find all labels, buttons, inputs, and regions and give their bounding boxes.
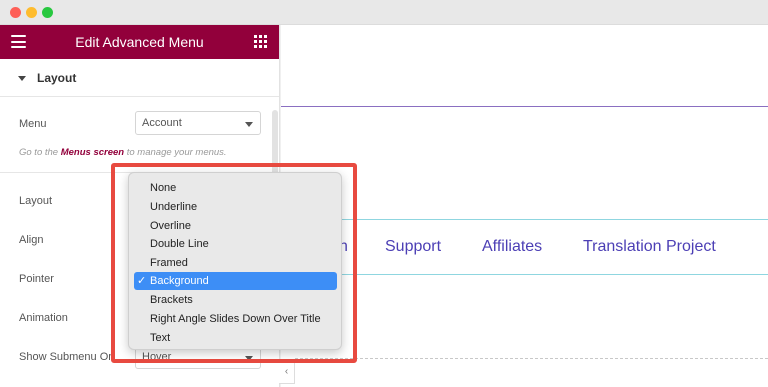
- menu-label: Menu: [19, 118, 47, 130]
- option-background[interactable]: ✓ Background: [134, 272, 337, 290]
- option-overline[interactable]: Overline: [134, 217, 337, 235]
- hint-prefix: Go to the: [19, 147, 61, 158]
- layout-label: Layout: [19, 195, 53, 207]
- hint-suffix: to manage your menus.: [124, 147, 227, 158]
- option-label: None: [150, 182, 177, 194]
- panel-title: Edit Advanced Menu: [75, 34, 204, 50]
- collapse-panel-button[interactable]: ‹: [279, 360, 295, 384]
- option-framed[interactable]: Framed: [134, 254, 337, 272]
- chevron-left-icon: ‹: [284, 366, 289, 377]
- align-label: Align: [19, 234, 44, 246]
- option-label: Right Angle Slides Down Over Title: [150, 313, 321, 325]
- option-label: Framed: [150, 257, 188, 269]
- pointer-dropdown-list[interactable]: None Underline Overline Double Line Fram…: [128, 172, 342, 350]
- animation-label: Animation: [19, 312, 68, 324]
- minimize-window-button[interactable]: [26, 7, 37, 18]
- option-underline[interactable]: Underline: [134, 198, 337, 216]
- menu-select[interactable]: Account: [135, 111, 261, 135]
- option-double-line[interactable]: Double Line: [134, 235, 337, 253]
- menu-select-value: Account: [142, 117, 182, 129]
- purple-divider: [281, 106, 768, 107]
- dashed-separator: [295, 358, 768, 359]
- pointer-label: Pointer: [19, 273, 54, 285]
- layout-section-toggle[interactable]: Layout: [0, 59, 279, 97]
- option-brackets[interactable]: Brackets: [134, 291, 337, 309]
- option-label: Brackets: [150, 294, 193, 306]
- option-none[interactable]: None: [134, 179, 337, 197]
- show-submenu-label: Show Submenu On: [19, 351, 115, 363]
- nav-item-support[interactable]: Support: [385, 238, 441, 256]
- menus-hint: Go to the Menus screen to manage your me…: [19, 147, 227, 158]
- widgets-grid-icon[interactable]: [254, 35, 267, 48]
- option-right-angle-slides[interactable]: Right Angle Slides Down Over Title: [134, 310, 337, 328]
- option-label: Background: [150, 275, 209, 287]
- section-title: Layout: [37, 71, 77, 85]
- nav-item-translation-project[interactable]: Translation Project: [583, 238, 716, 256]
- option-label: Underline: [150, 201, 198, 213]
- option-label: Text: [150, 332, 171, 344]
- panel-header: Edit Advanced Menu: [0, 25, 279, 59]
- window-titlebar: [0, 0, 768, 25]
- caret-down-icon: [18, 76, 26, 81]
- chevron-down-icon: [245, 122, 253, 127]
- nav-item-affiliates[interactable]: Affiliates: [482, 238, 542, 256]
- menus-screen-link[interactable]: Menus screen: [61, 147, 124, 158]
- maximize-window-button[interactable]: [42, 7, 53, 18]
- option-label: Overline: [150, 220, 191, 232]
- checkmark-icon: ✓: [137, 275, 147, 287]
- option-label: Double Line: [150, 238, 209, 250]
- close-window-button[interactable]: [10, 7, 21, 18]
- option-text[interactable]: Text: [134, 329, 337, 347]
